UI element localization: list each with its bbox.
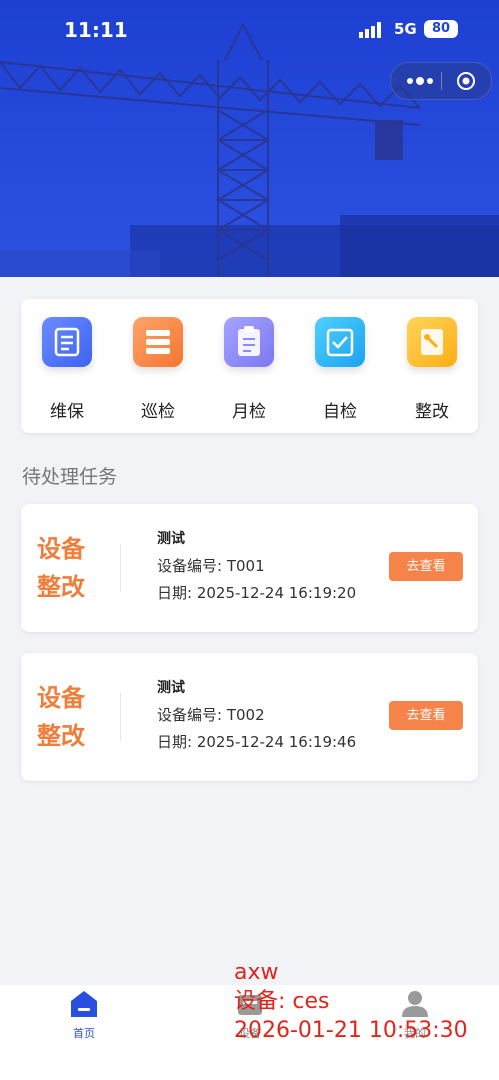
view-task-button[interactable]: 去查看 [389,552,463,581]
task-date: 日期: 2025-12-24 16:19:46 [157,733,357,751]
rectify-icon [407,317,457,367]
task-card[interactable]: 设备 整改 测试 设备编号: T001 日期: 2025-12-24 16:19… [21,504,478,632]
task-type-line2: 整改 [37,573,85,601]
menu-item-inspection[interactable]: 巡检 [123,317,193,427]
menu-label-self-check: 自检 [323,402,357,422]
signal-icon [359,22,381,38]
watermark-overlay: axw 设备: ces 2026-01-21 10:53:30 [234,958,468,1045]
clipboard-icon [224,317,274,367]
task-divider [120,544,121,592]
task-name: 测试 [157,680,185,696]
task-date: 日期: 2025-12-24 16:19:20 [157,584,357,602]
home-icon [71,991,97,1017]
tab-label-home: 首页 [73,1027,95,1040]
capsule-divider [441,72,442,90]
task-type-line1: 设备 [37,535,85,563]
view-task-button[interactable]: 去查看 [389,701,463,730]
task-type-line2: 整改 [37,722,85,750]
quick-menu-card: 维保 巡检 月检 自检 整改 [21,299,478,433]
more-options-icon[interactable] [405,73,435,89]
watermark-line3: 2026-01-21 10:53:30 [234,1018,468,1043]
watermark-line2: 设备: ces [234,989,330,1014]
network-type: 5G [394,20,417,38]
battery-icon: 80 [424,20,458,38]
watermark-line1: axw [234,960,279,985]
task-device-code: 设备编号: T001 [157,557,265,575]
menu-item-monthly-check[interactable]: 月检 [214,317,284,427]
task-type: 设备 整改 [37,530,97,606]
miniprogram-capsule [390,62,492,100]
menu-item-self-check[interactable]: 自检 [305,317,375,427]
task-divider [120,693,121,741]
tab-home[interactable]: 首页 [34,985,134,1041]
task-device-code: 设备编号: T002 [157,706,265,724]
status-time: 11:11 [64,18,128,42]
menu-item-maintenance[interactable]: 维保 [32,317,102,427]
status-bar: 11:11 5G 80 [0,0,499,60]
menu-label-rectify: 整改 [415,402,449,422]
menu-label-maintenance: 维保 [50,402,84,422]
task-type-line1: 设备 [37,684,85,712]
task-type: 设备 整改 [37,679,97,755]
menu-label-monthly-check: 月检 [232,402,266,422]
maintenance-icon [42,317,92,367]
close-miniprogram-icon[interactable] [456,71,476,91]
inspection-list-icon [133,317,183,367]
pending-tasks-title: 待处理任务 [22,466,118,488]
self-check-icon [315,317,365,367]
menu-item-rectify[interactable]: 整改 [397,317,467,427]
task-card[interactable]: 设备 整改 测试 设备编号: T002 日期: 2025-12-24 16:19… [21,653,478,781]
task-name: 测试 [157,531,185,547]
menu-label-inspection: 巡检 [141,402,175,422]
